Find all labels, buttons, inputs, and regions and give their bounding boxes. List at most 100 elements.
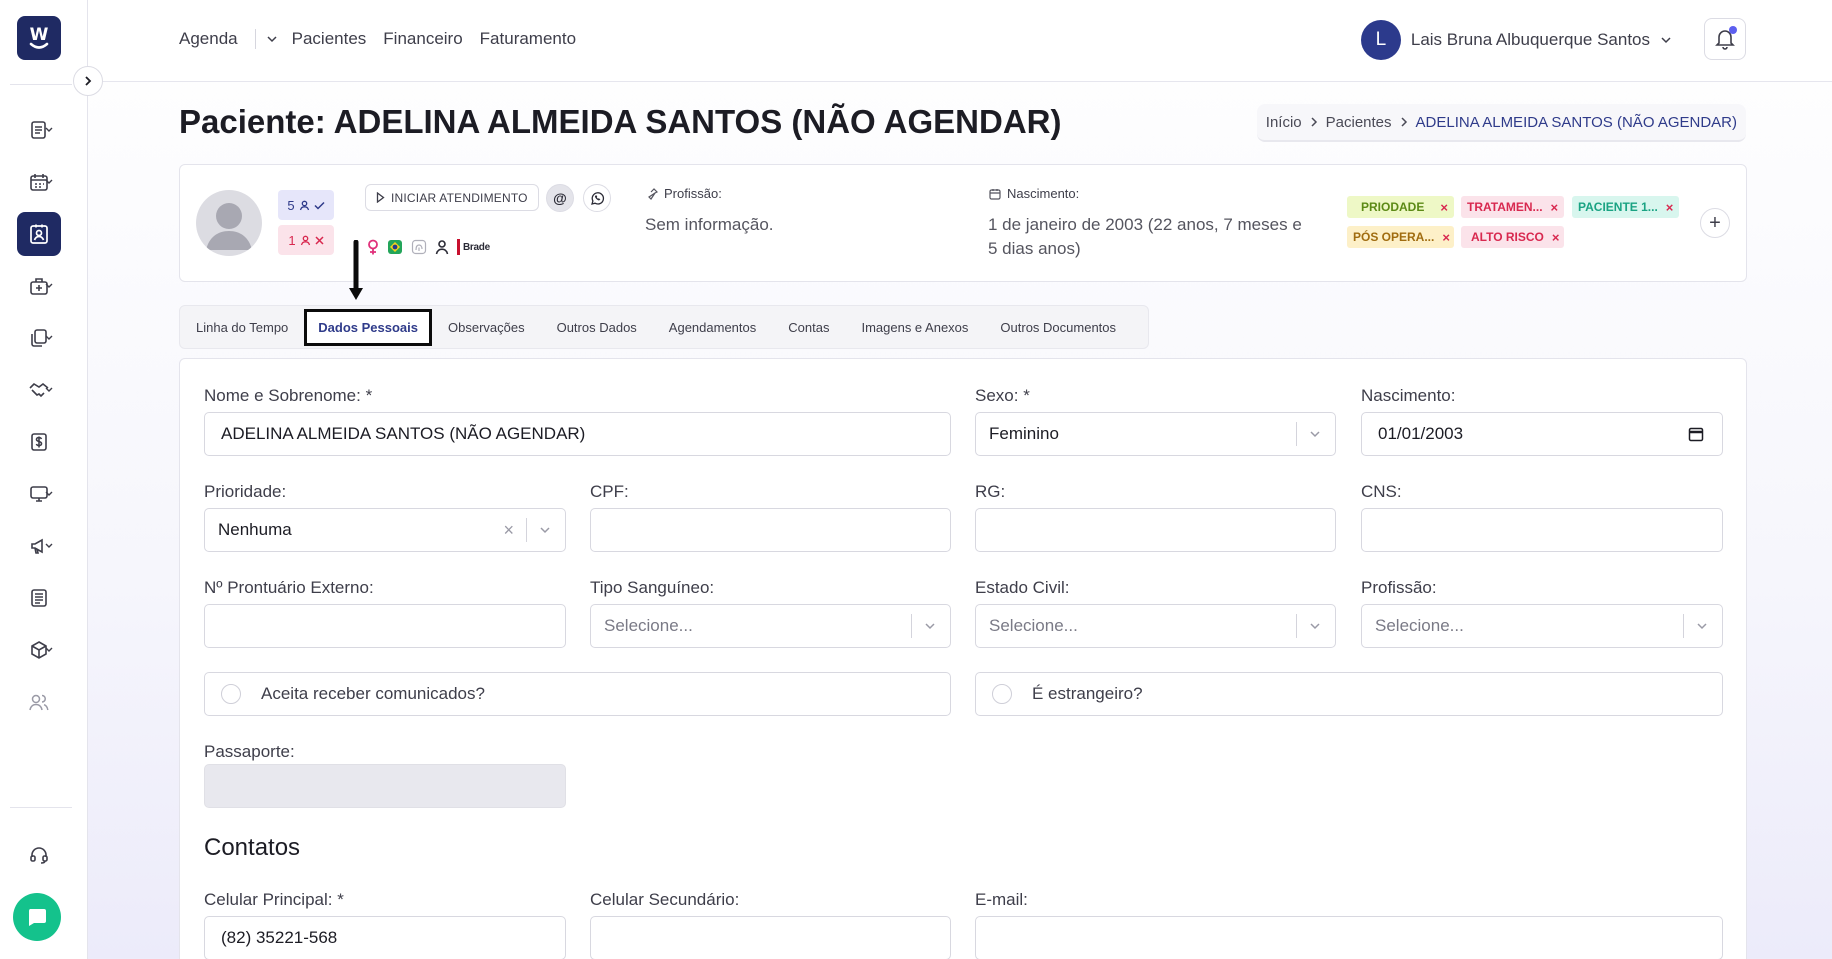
chevron-right-icon (1311, 117, 1317, 127)
chevron-down-icon[interactable] (266, 35, 278, 43)
avatar: L (1360, 20, 1401, 60)
tipo-sanguineo-select[interactable]: Selecione... (590, 604, 951, 648)
prioridade-value: Nenhuma (218, 520, 292, 539)
celular-label: Celular Principal: * (204, 890, 344, 909)
tag-remove-icon[interactable]: × (1666, 200, 1674, 215)
user-menu[interactable]: L Lais Bruna Albuquerque Santos (1360, 20, 1672, 60)
estrangeiro-toggle[interactable]: É estrangeiro? (975, 672, 1723, 716)
chevron-down-icon (45, 179, 53, 184)
sidebar-item-marketing[interactable] (17, 524, 61, 568)
sidebar-item-calendar[interactable] (17, 160, 61, 204)
tag-item[interactable]: ALTO RISCO × (1461, 226, 1564, 248)
patient-summary-card: 5 1 INICIAR ATENDIMENTO @ Brade Profissã… (179, 164, 1747, 282)
nascimento-date-input[interactable]: 01/01/2003 (1361, 412, 1723, 456)
tag-item[interactable]: PACIENTE 1... × (1572, 196, 1679, 218)
tag-label: PÓS OPERA... (1353, 230, 1435, 244)
breadcrumb-home[interactable]: Início (1266, 114, 1302, 131)
select-placeholder: Selecione... (1375, 616, 1464, 635)
comunicados-radio[interactable] (221, 684, 241, 704)
person-outline-icon (435, 240, 449, 255)
tag-item[interactable]: PÓS OPERA... × (1347, 226, 1454, 248)
tab-dados-pessoais[interactable]: Dados Pessoais (304, 308, 432, 346)
comunicados-toggle[interactable]: Aceita receber comunicados? (204, 672, 951, 716)
sidebar-item-finance[interactable] (17, 420, 61, 464)
calendar-icon[interactable] (1688, 426, 1704, 442)
tag-remove-icon[interactable]: × (1552, 230, 1560, 245)
tag-remove-icon[interactable]: × (1440, 200, 1448, 215)
select-tools (1296, 605, 1335, 647)
sidebar-item-list[interactable] (17, 108, 61, 152)
prontuario-input[interactable] (204, 604, 566, 648)
sidebar-item-medical[interactable] (17, 264, 61, 308)
top-navigation: Agenda Pacientes Financeiro Faturamento (179, 29, 593, 49)
email-button[interactable]: @ (546, 184, 574, 212)
prioridade-label: Prioridade: (204, 482, 287, 501)
app-logo[interactable]: W (17, 16, 61, 60)
start-attendance-label: INICIAR ATENDIMENTO (391, 190, 528, 205)
fingerprint-icon (411, 239, 427, 255)
page-title: Paciente: ADELINA ALMEIDA SANTOS (NÃO AG… (179, 103, 1062, 140)
tag-remove-icon[interactable]: × (1442, 230, 1450, 245)
rg-label: RG: (975, 482, 1006, 501)
svg-text:W: W (30, 25, 49, 45)
sidebar-item-reports[interactable] (17, 576, 61, 620)
select-separator (911, 614, 912, 638)
sidebar-item-handshake[interactable] (17, 368, 61, 412)
patient-avatar[interactable] (196, 190, 262, 256)
select-tools (911, 605, 950, 647)
birth-label: Nascimento: (989, 186, 1079, 201)
add-tag-button[interactable]: + (1700, 208, 1730, 238)
nav-financeiro[interactable]: Financeiro (383, 29, 462, 49)
sidebar-item-monitor[interactable] (17, 472, 61, 516)
sidebar-item-documents[interactable] (17, 316, 61, 360)
missed-badge[interactable]: 1 (278, 225, 334, 255)
celular-principal-input[interactable]: (82) 35221-568 (204, 916, 566, 959)
chevron-right-icon (1400, 117, 1407, 127)
rg-input[interactable] (975, 508, 1336, 552)
select-separator (526, 518, 527, 542)
tag-item[interactable]: PRIODADE × (1347, 196, 1454, 218)
estado-civil-select[interactable]: Selecione... (975, 604, 1336, 648)
cpf-input[interactable] (590, 508, 951, 552)
tab-contas[interactable]: Contas (788, 320, 829, 335)
chevron-down-icon (1310, 431, 1320, 438)
tab-linha-do-tempo[interactable]: Linha do Tempo (196, 320, 288, 335)
passaporte-label: Passaporte: (204, 742, 295, 761)
nome-input[interactable]: ADELINA ALMEIDA SANTOS (NÃO AGENDAR) (204, 412, 951, 456)
tab-observacoes[interactable]: Observações (448, 320, 525, 335)
celular-secundario-input[interactable] (590, 916, 951, 959)
nav-faturamento[interactable]: Faturamento (480, 29, 576, 49)
sidebar-item-users[interactable] (17, 680, 61, 724)
sidebar-item-support[interactable] (17, 833, 61, 877)
tab-outros-dados[interactable]: Outros Dados (557, 320, 637, 335)
cns-input[interactable] (1361, 508, 1723, 552)
chat-button[interactable] (13, 893, 61, 941)
sidebar-item-patients[interactable] (17, 212, 61, 256)
nav-pacientes[interactable]: Pacientes (292, 29, 367, 49)
breadcrumb-section[interactable]: Pacientes (1326, 114, 1392, 131)
profession-label: Profissão: (646, 186, 722, 201)
attended-badge[interactable]: 5 (278, 190, 334, 220)
tab-imagens-anexos[interactable]: Imagens e Anexos (861, 320, 968, 335)
prontuario-label: Nº Prontuário Externo: (204, 578, 374, 597)
profissao-select[interactable]: Selecione... (1361, 604, 1723, 648)
sidebar-item-inventory[interactable] (17, 628, 61, 672)
email-input[interactable] (975, 916, 1723, 959)
tag-item[interactable]: TRATAMEN... × (1461, 196, 1564, 218)
estrangeiro-radio[interactable] (992, 684, 1012, 704)
start-attendance-button[interactable]: INICIAR ATENDIMENTO (365, 184, 539, 211)
tab-outros-documentos[interactable]: Outros Documentos (1000, 320, 1116, 335)
sidebar-collapse-toggle[interactable] (73, 66, 103, 96)
sexo-label: Sexo: * (975, 386, 1030, 405)
tag-remove-icon[interactable]: × (1551, 200, 1559, 215)
select-placeholder: Selecione... (604, 616, 693, 635)
prioridade-select[interactable]: Nenhuma × (204, 508, 566, 552)
clear-icon[interactable]: × (503, 520, 514, 541)
tab-agendamentos[interactable]: Agendamentos (669, 320, 756, 335)
chevron-down-icon (45, 335, 53, 340)
logo-icon: W (30, 25, 49, 49)
notifications-button[interactable] (1704, 18, 1746, 60)
sexo-select[interactable]: Feminino (975, 412, 1336, 456)
whatsapp-button[interactable] (583, 184, 611, 212)
nav-agenda[interactable]: Agenda (179, 29, 238, 49)
